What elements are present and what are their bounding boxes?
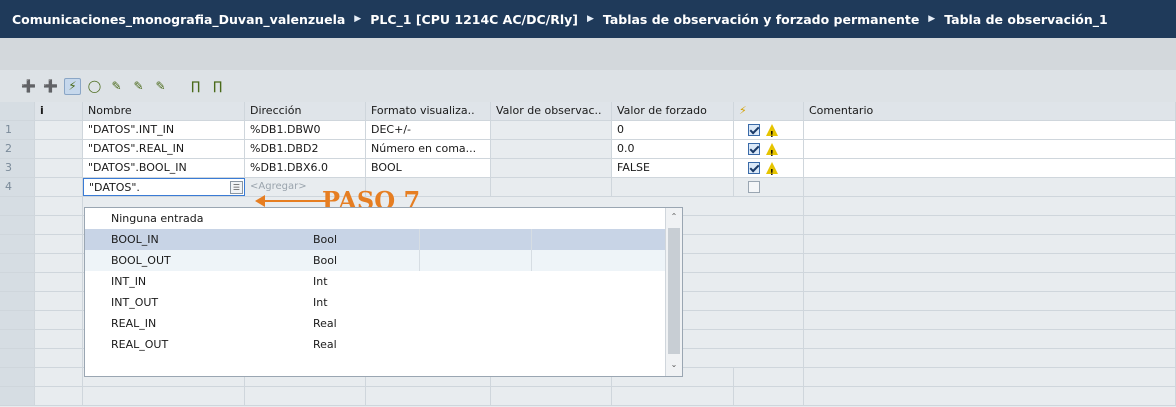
- breadcrumb-table[interactable]: Tabla de observación_1: [944, 12, 1107, 27]
- nombre-cell[interactable]: "DATOS".INT_IN: [83, 121, 245, 139]
- table-row[interactable]: 1 "DATOS".INT_IN %DB1.DBW0 DEC+/- 0 !: [0, 121, 1176, 140]
- annotation-arrow: [258, 200, 326, 202]
- modify-now-icon[interactable]: ✎: [130, 78, 147, 95]
- dropdown-item[interactable]: REAL_IN Real: [85, 313, 665, 334]
- direccion-cell[interactable]: %DB1.DBW0: [245, 121, 366, 139]
- chevron-up-icon[interactable]: ⌃: [669, 212, 679, 224]
- unforce-icon[interactable]: ∏: [209, 78, 226, 95]
- nombre-cell[interactable]: "DATOS".REAL_IN: [83, 140, 245, 158]
- comentario-cell[interactable]: [804, 140, 1176, 158]
- modify-icon[interactable]: ✎: [108, 78, 125, 95]
- insert-row-icon[interactable]: ➕: [20, 78, 37, 95]
- dropdown-item-selected[interactable]: BOOL_IN Bool: [85, 229, 665, 250]
- force-icon[interactable]: ∏: [187, 78, 204, 95]
- valor-observacion-cell: [491, 159, 612, 177]
- dropdown-item[interactable]: REAL_OUT Real: [85, 334, 665, 355]
- breadcrumb: Comunicaciones_monografia_Duvan_valenzue…: [0, 0, 1176, 38]
- list-icon[interactable]: ☰: [230, 181, 243, 194]
- comentario-cell[interactable]: [804, 121, 1176, 139]
- chevron-right-icon: ▶: [586, 14, 594, 24]
- dropdown-item[interactable]: Ninguna entrada: [85, 208, 665, 229]
- formato-cell[interactable]: Número en coma...: [366, 140, 491, 158]
- force-checkbox[interactable]: [748, 162, 760, 174]
- dropdown-item[interactable]: INT_IN Int: [85, 271, 665, 292]
- formato-header[interactable]: Formato visualiza..: [366, 102, 491, 120]
- chevron-down-icon[interactable]: ⌄: [669, 360, 679, 372]
- valor-observacion-cell: [491, 121, 612, 139]
- force-checkbox[interactable]: [748, 181, 760, 193]
- breadcrumb-plc[interactable]: PLC_1 [CPU 1214C AC/DC/Rly]: [370, 12, 578, 27]
- separator: [174, 78, 182, 95]
- force-checkbox[interactable]: [748, 124, 760, 136]
- empty-strip: [0, 38, 1176, 70]
- dropdown-item[interactable]: BOOL_OUT Bool: [85, 250, 665, 271]
- table-row[interactable]: 2 "DATOS".REAL_IN %DB1.DBD2 Número en co…: [0, 140, 1176, 159]
- breadcrumb-tables[interactable]: Tablas de observación y forzado permanen…: [603, 12, 919, 27]
- direccion-cell[interactable]: %DB1.DBX6.0: [245, 159, 366, 177]
- monitor-now-icon[interactable]: ◯: [86, 78, 103, 95]
- lightning-icon: ⚡: [734, 102, 804, 120]
- nombre-header[interactable]: Nombre: [83, 102, 245, 120]
- table-header: i Nombre Dirección Formato visualiza.. V…: [0, 102, 1176, 121]
- valor-forzado-cell[interactable]: 0: [612, 121, 734, 139]
- warning-icon: !: [766, 143, 778, 158]
- table-row-editing[interactable]: 4 "DATOS". ☰ <Agregar>: [0, 178, 1176, 197]
- dropdown-scrollbar[interactable]: ⌃ ⌄: [665, 208, 682, 376]
- valor-forzado-header[interactable]: Valor de forzado: [612, 102, 734, 120]
- autocomplete-dropdown[interactable]: Ninguna entrada BOOL_IN Bool BOOL_OUT Bo…: [84, 207, 683, 377]
- valor-observacion-cell: [491, 140, 612, 158]
- warning-icon: !: [766, 124, 778, 139]
- add-row-icon[interactable]: ➕: [42, 78, 59, 95]
- formato-cell[interactable]: DEC+/-: [366, 121, 491, 139]
- warning-icon: !: [766, 162, 778, 177]
- valor-forzado-cell[interactable]: 0.0: [612, 140, 734, 158]
- dropdown-item[interactable]: INT_OUT Int: [85, 292, 665, 313]
- scroll-thumb[interactable]: [668, 228, 680, 354]
- comentario-header[interactable]: Comentario: [804, 102, 1176, 120]
- toolbar: ➕ ➕ ⚡ ◯ ✎ ✎ ✎ ∏ ∏: [0, 70, 1176, 102]
- breadcrumb-project[interactable]: Comunicaciones_monografia_Duvan_valenzue…: [12, 12, 345, 27]
- info-column-header: i: [35, 102, 83, 120]
- monitor-all-icon[interactable]: ⚡: [64, 77, 81, 95]
- chevron-right-icon: ▶: [928, 14, 936, 24]
- nombre-edit-input[interactable]: "DATOS". ☰: [83, 178, 245, 196]
- modify-trigger-icon[interactable]: ✎: [152, 78, 169, 95]
- chevron-right-icon: ▶: [354, 14, 362, 24]
- formato-cell[interactable]: BOOL: [366, 159, 491, 177]
- direccion-header[interactable]: Dirección: [245, 102, 366, 120]
- table-row[interactable]: 3 "DATOS".BOOL_IN %DB1.DBX6.0 BOOL FALSE…: [0, 159, 1176, 178]
- nombre-cell[interactable]: "DATOS".BOOL_IN: [83, 159, 245, 177]
- force-checkbox[interactable]: [748, 143, 760, 155]
- comentario-cell[interactable]: [804, 159, 1176, 177]
- empty-row: [0, 387, 1176, 406]
- valor-observacion-header[interactable]: Valor de observac..: [491, 102, 612, 120]
- valor-forzado-cell[interactable]: FALSE: [612, 159, 734, 177]
- direccion-cell[interactable]: %DB1.DBD2: [245, 140, 366, 158]
